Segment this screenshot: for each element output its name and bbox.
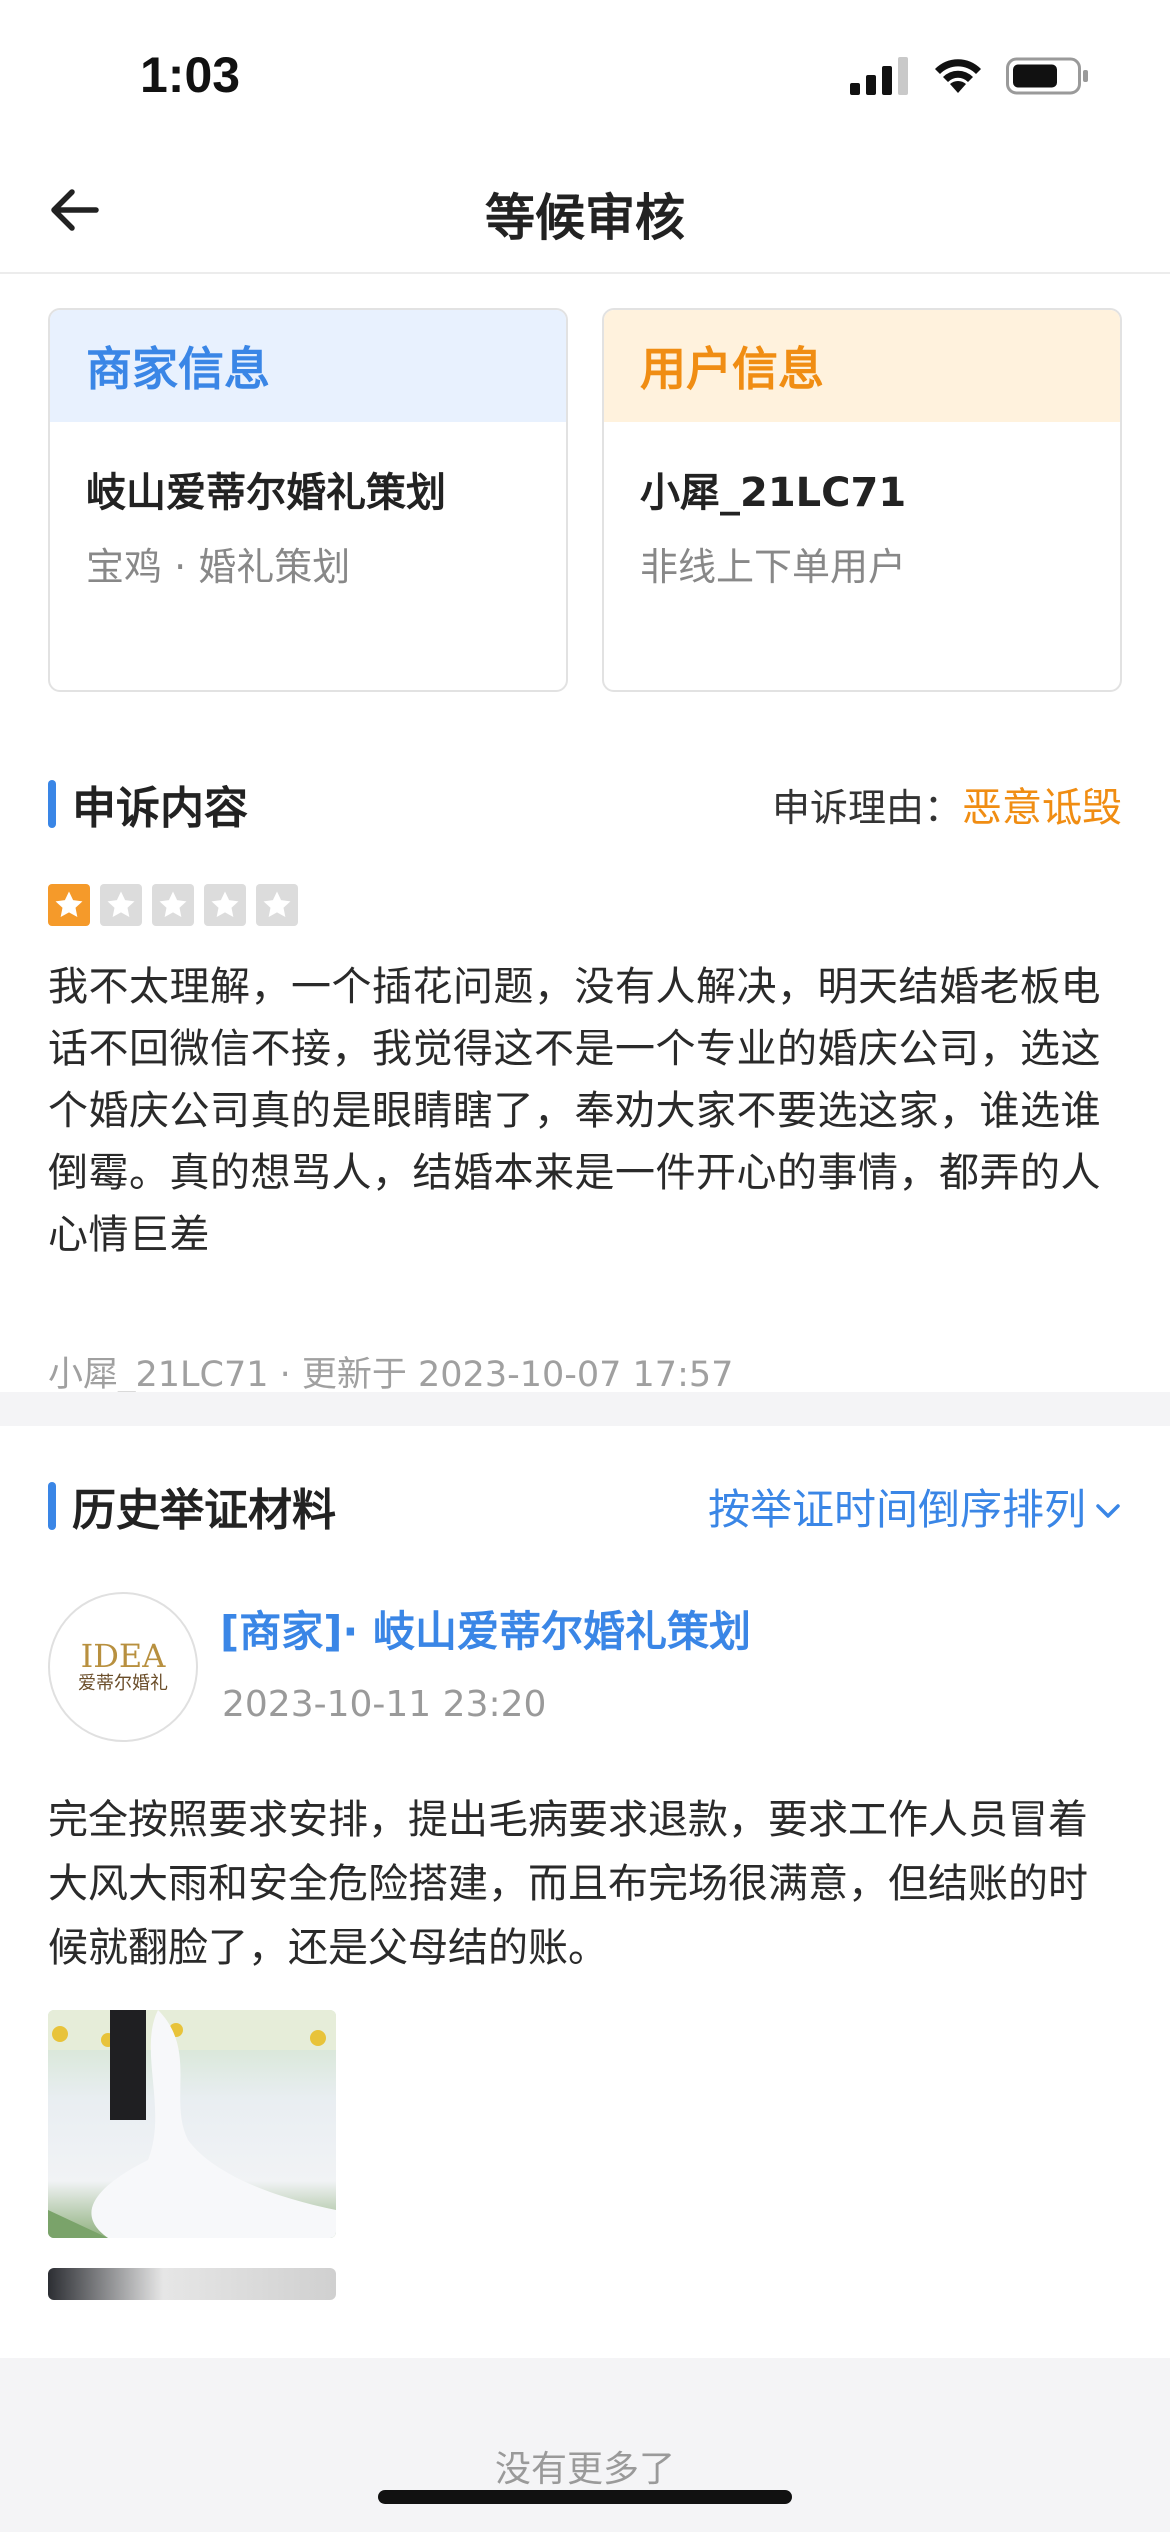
user-info-card: 用户信息 小犀_21LC71 非线上下单用户 <box>602 308 1122 692</box>
wedding-dress-image <box>48 2010 336 2238</box>
user-card-heading: 用户信息 <box>604 310 1120 422</box>
status-bar: 1:03 <box>0 0 1170 150</box>
chevron-down-icon <box>1094 1482 1122 1531</box>
info-cards: 商家信息 岐山爱蒂尔婚礼策划 宝鸡 · 婚礼策划 用户信息 小犀_21LC71 … <box>48 308 1122 692</box>
cellular-signal-icon <box>850 57 910 99</box>
no-more-text: 没有更多了 <box>494 2449 675 2490</box>
reason-value: 恶意诋毁 <box>962 785 1122 831</box>
merchant-card-heading: 商家信息 <box>50 310 566 422</box>
evidence-time: 2023-10-11 23:20 <box>222 1684 547 1725</box>
section-accent-bar <box>48 1482 56 1530</box>
merchant-subtitle: 宝鸡 · 婚礼策划 <box>86 545 351 589</box>
reason-label: 申诉理由： <box>771 785 962 830</box>
user-card-body: 小犀_21LC71 非线上下单用户 <box>604 422 1120 629</box>
home-indicator[interactable] <box>378 2490 792 2504</box>
navigation-bar: 等候审核 <box>0 150 1170 274</box>
status-time: 1:03 <box>140 47 241 103</box>
evidence-author[interactable]: [商家]· 岐山爱蒂尔婚礼策划 <box>220 1598 751 1659</box>
star-icon <box>48 884 90 926</box>
wifi-icon <box>932 57 984 99</box>
rating-stars <box>48 884 298 926</box>
status-icons <box>850 56 1090 100</box>
merchant-info-card: 商家信息 岐山爱蒂尔婚礼策划 宝鸡 · 婚礼策划 <box>48 308 568 692</box>
user-subtitle: 非线上下单用户 <box>640 545 907 589</box>
star-icon <box>100 884 142 926</box>
complaint-section-header: 申诉内容 申诉理由： 恶意诋毁 <box>48 774 1122 834</box>
star-icon <box>256 884 298 926</box>
section-divider <box>0 1392 1170 1426</box>
merchant-avatar: IDEA 爱蒂尔婚礼 <box>48 1592 198 1742</box>
complaint-text: 我不太理解，一个插花问题，没有人解决，明天结婚老板电话不回微信不接，我觉得这不是… <box>48 964 1101 1258</box>
complaint-section-title: 申诉内容 <box>72 783 248 834</box>
avatar-brand-name: 爱蒂尔婚礼 <box>78 1673 168 1694</box>
sort-order-toggle[interactable]: 按举证时间倒序排列 <box>708 1476 1122 1537</box>
evidence-section-title: 历史举证材料 <box>72 1485 336 1536</box>
complaint-meta: 小犀_21LC71 · 更新于 2023-10-07 17:57 <box>48 1355 734 1395</box>
evidence-section-header: 历史举证材料 按举证时间倒序排列 <box>48 1476 1122 1536</box>
battery-icon <box>1006 56 1090 100</box>
section-accent-bar <box>48 780 56 828</box>
page-title: 等候审核 <box>485 189 685 247</box>
user-name: 小犀_21LC71 <box>640 470 907 516</box>
star-icon <box>204 884 246 926</box>
sort-label: 按举证时间倒序排列 <box>707 1484 1086 1534</box>
avatar-logo-text: IDEA <box>80 1637 166 1675</box>
evidence-text: 完全按照要求安排，提出毛病要求退款，要求工作人员冒着大风大雨和安全危险搭建，而且… <box>48 1797 1088 1971</box>
star-icon <box>152 884 194 926</box>
evidence-photo[interactable] <box>48 2268 336 2300</box>
evidence-photo[interactable] <box>48 2010 336 2238</box>
merchant-card-body: 岐山爱蒂尔婚礼策划 宝鸡 · 婚礼策划 <box>50 422 566 629</box>
complaint-reason: 申诉理由： 恶意诋毁 <box>772 775 1122 833</box>
merchant-name: 岐山爱蒂尔婚礼策划 <box>86 470 446 516</box>
